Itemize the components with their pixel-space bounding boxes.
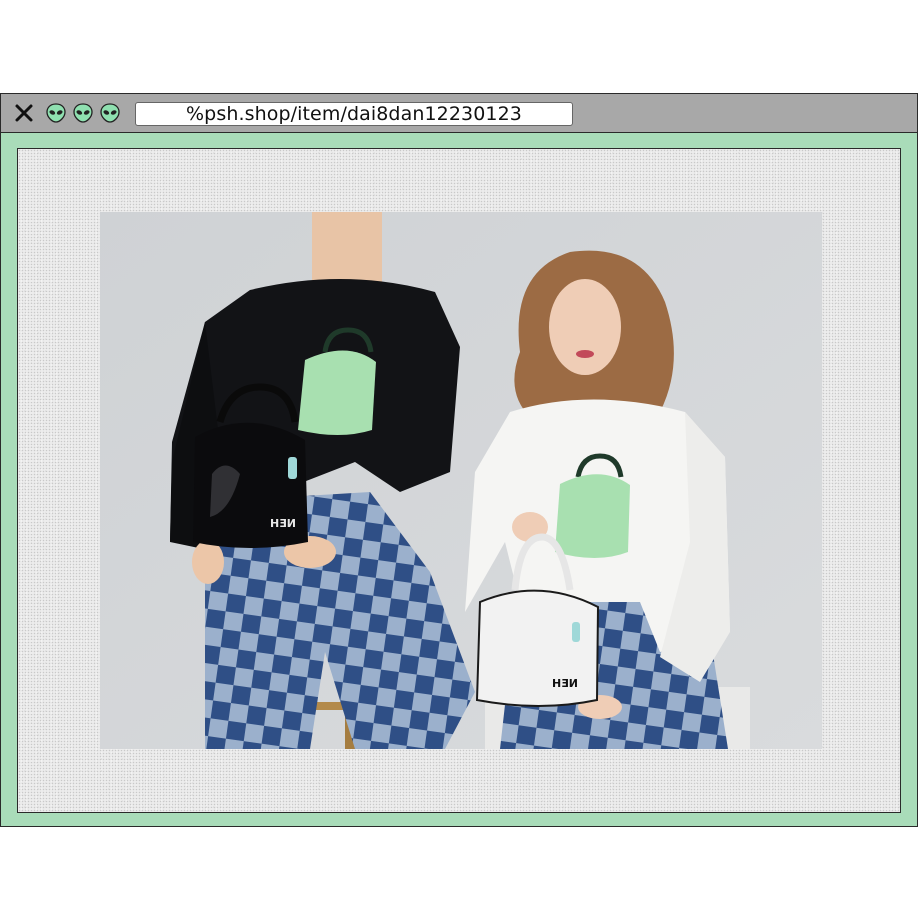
url-text: %psh.shop/item/dai8dan12230123 — [186, 103, 522, 125]
alien-icon[interactable] — [45, 102, 67, 124]
content-frame: HƎИ HƎИ — [17, 148, 901, 813]
alien-icon[interactable] — [72, 102, 94, 124]
alien-icon[interactable] — [99, 102, 121, 124]
neck-left — [312, 212, 382, 284]
browser-window: %psh.shop/item/dai8dan12230123 HƎИ HƎИ — [0, 93, 918, 827]
bag-logo-white: HƎИ — [552, 677, 578, 690]
url-bar[interactable]: %psh.shop/item/dai8dan12230123 — [135, 102, 573, 126]
title-bar: %psh.shop/item/dai8dan12230123 — [1, 94, 917, 133]
bag-logo-black: HƎИ — [270, 517, 296, 530]
face-right — [549, 279, 621, 375]
photo-illustration: HƎИ HƎИ — [100, 212, 822, 749]
close-icon[interactable] — [13, 102, 35, 124]
product-photo: HƎИ HƎИ — [100, 212, 822, 749]
